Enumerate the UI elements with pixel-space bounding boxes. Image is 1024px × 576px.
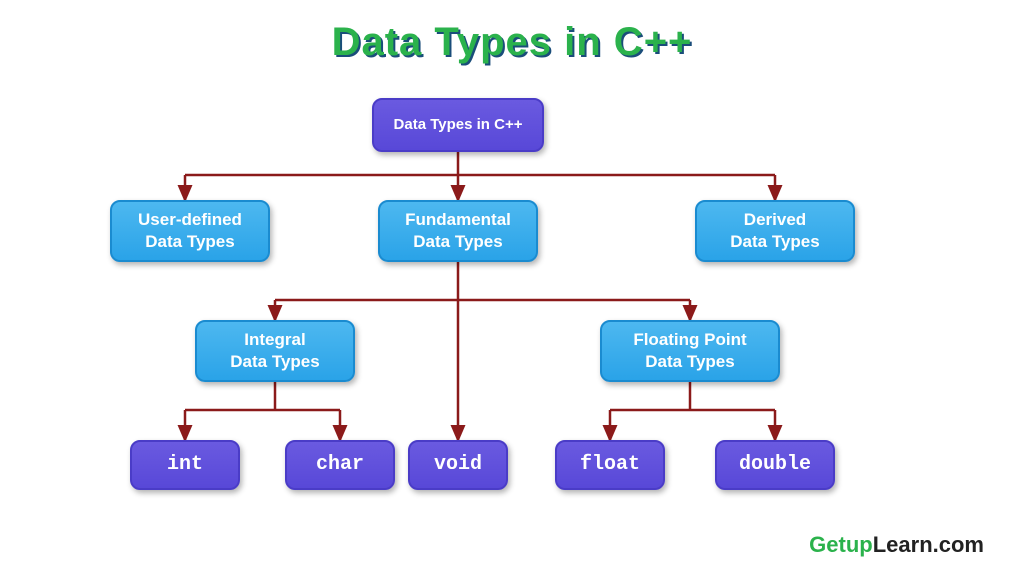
- node-user-defined-line2: Data Types: [145, 232, 234, 251]
- node-char: char: [285, 440, 395, 490]
- node-int: int: [130, 440, 240, 490]
- node-derived-line2: Data Types: [730, 232, 819, 251]
- node-floating-line1: Floating Point: [633, 330, 746, 349]
- watermark: GetupLearn.com: [809, 532, 984, 558]
- watermark-part1: Getup: [809, 532, 873, 557]
- node-char-label: char: [316, 452, 364, 478]
- watermark-part2: Learn: [873, 532, 933, 557]
- node-void: void: [408, 440, 508, 490]
- node-floating: Floating Point Data Types: [600, 320, 780, 382]
- node-float-label: float: [580, 452, 640, 478]
- node-void-label: void: [434, 452, 482, 478]
- node-root-label: Data Types in C++: [394, 115, 523, 135]
- node-double-label: double: [739, 452, 811, 478]
- node-user-defined: User-defined Data Types: [110, 200, 270, 262]
- node-int-label: int: [167, 452, 203, 478]
- diagram-title: Data Types in C++: [0, 20, 1024, 65]
- node-fundamental-line2: Data Types: [413, 232, 502, 251]
- node-fundamental: Fundamental Data Types: [378, 200, 538, 262]
- watermark-part3: .com: [933, 532, 984, 557]
- node-user-defined-line1: User-defined: [138, 210, 242, 229]
- node-derived: Derived Data Types: [695, 200, 855, 262]
- node-fundamental-line1: Fundamental: [405, 210, 511, 229]
- node-root: Data Types in C++: [372, 98, 544, 152]
- node-integral-line1: Integral: [244, 330, 305, 349]
- node-float: float: [555, 440, 665, 490]
- node-integral-line2: Data Types: [230, 352, 319, 371]
- node-integral: Integral Data Types: [195, 320, 355, 382]
- node-floating-line2: Data Types: [645, 352, 734, 371]
- node-double: double: [715, 440, 835, 490]
- node-derived-line1: Derived: [744, 210, 806, 229]
